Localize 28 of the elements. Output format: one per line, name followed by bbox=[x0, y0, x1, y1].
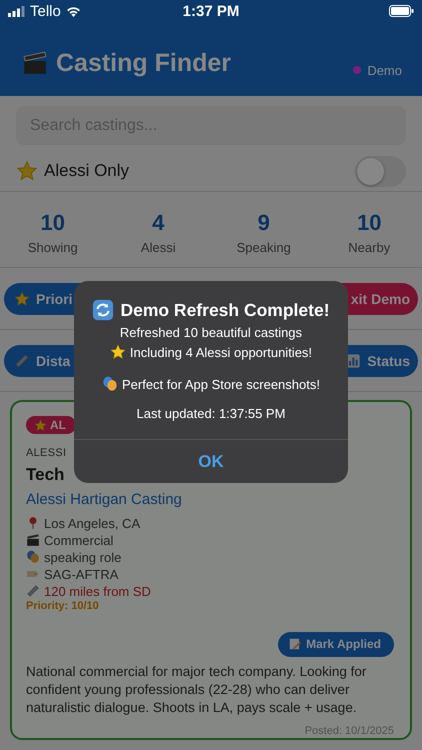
detail-text: speaking role bbox=[44, 550, 122, 564]
stat-value: 10 bbox=[357, 210, 382, 236]
mode-label: Demo bbox=[367, 62, 402, 78]
app-title: Casting Finder bbox=[56, 48, 232, 78]
stat-value: 10 bbox=[40, 210, 65, 236]
stat-label: Nearby bbox=[348, 240, 390, 255]
priority-text: Priority: 10/10 bbox=[26, 600, 100, 612]
detail-text: 120 miles from SD bbox=[44, 584, 151, 598]
alert-timestamp: Last updated: 1:37:55 PM bbox=[136, 406, 286, 421]
stat-label: Alessi bbox=[140, 240, 176, 255]
toggle-label: Alessi Only bbox=[44, 161, 130, 181]
stat-label: Speaking bbox=[236, 240, 291, 255]
alert-message: Including 4 Alessi opportunities! bbox=[130, 344, 312, 360]
casting-title: Tech bbox=[26, 464, 66, 484]
stat-value: 9 bbox=[258, 210, 270, 236]
casting-description: National commercial for major tech company. Looking for confident young professionals (22-28) who can deliver naturalistic dialogue. Shoots in LA, pays scale + usage. bbox=[26, 662, 368, 716]
alert-message: Perfect for App Store screenshots! bbox=[122, 376, 320, 392]
detail-text: Commercial bbox=[44, 532, 114, 548]
alert-message: Refreshed 10 beautiful castings bbox=[120, 325, 302, 340]
casting-kicker: ALESSI bbox=[26, 446, 68, 458]
priority-badge: AL bbox=[26, 416, 76, 434]
stat-label: Showing bbox=[28, 240, 78, 255]
stat-value: 4 bbox=[152, 210, 164, 236]
clock-time: 1:37 PM bbox=[182, 2, 240, 20]
detail-text: Los Angeles, CA bbox=[44, 516, 140, 530]
carrier-name: Tello bbox=[30, 2, 61, 20]
detail-text: SAG-AFTRA bbox=[44, 566, 118, 582]
company-name: Alessi Hartigan Casting bbox=[26, 490, 183, 508]
